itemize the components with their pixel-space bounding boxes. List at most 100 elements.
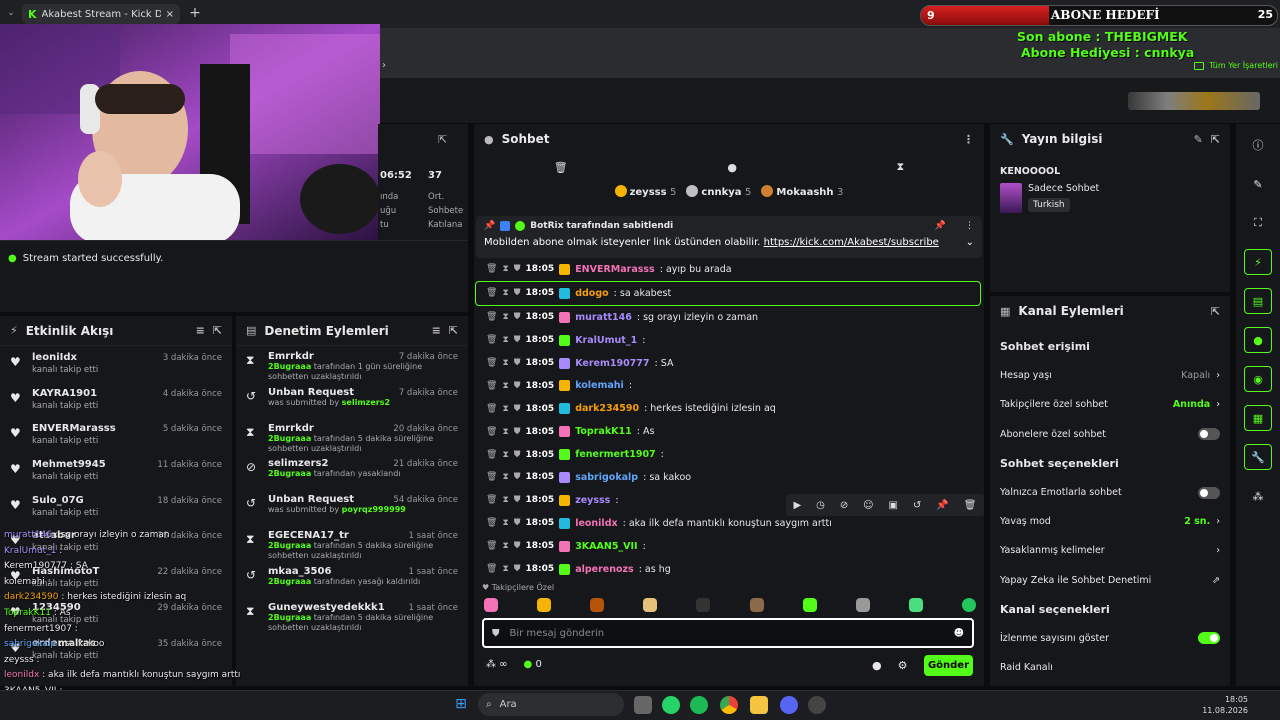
popout-icon[interactable]: ⇱ <box>1211 133 1220 146</box>
message-username[interactable]: sabrigokalp <box>575 472 638 483</box>
chat-message[interactable]: 🗑 ⧗ ⛊ 18:05 ddogo: sa akabest <box>475 280 981 306</box>
trash-icon[interactable]: 🗑 <box>486 495 497 505</box>
send-button[interactable]: Gönder <box>924 655 973 676</box>
hourglass-icon[interactable]: ⧗ <box>502 518 508 528</box>
browser-tab[interactable]: K Akabest Stream - Kick Dashboard × <box>22 4 180 24</box>
moderation-item[interactable]: ⧗ EGECENA17_tr 2Bugraaa tarafından 5 dakik… <box>236 525 468 561</box>
broadcast-icon[interactable]: ◉ <box>1244 366 1272 392</box>
collapse-chevron-icon[interactable]: ⌄ <box>966 237 974 248</box>
unpin-icon[interactable]: 📌 <box>935 221 946 231</box>
emote[interactable] <box>749 598 764 612</box>
emote[interactable] <box>802 598 817 612</box>
moderator-name[interactable]: 2Bugraaa <box>268 434 311 443</box>
channel-action-row[interactable]: Takipçilere özel sohbet Anında › <box>990 390 1230 419</box>
hourglass-icon[interactable]: ⧗ <box>502 312 508 322</box>
filter-icon[interactable]: ≡ <box>196 324 205 337</box>
play-icon[interactable]: ▶ <box>793 500 801 511</box>
moderation-item[interactable]: ⧗ Guneywestyedekkk1 2Bugraaa tarafından 5 … <box>236 597 468 633</box>
document-icon[interactable]: ▤ <box>1244 288 1272 314</box>
clock-icon[interactable]: ◷ <box>816 500 825 511</box>
taskbar-search[interactable]: ⌕ Ara <box>478 693 624 716</box>
apps-icon[interactable]: ⁂ <box>1244 483 1272 509</box>
category-name[interactable]: Sadece Sohbet <box>1028 183 1099 194</box>
emote[interactable] <box>696 598 711 612</box>
chat-message[interactable]: 🗑 ⧗ ⛊ 18:05 kolemahi: <box>476 374 980 397</box>
chat-message[interactable]: 🗑 ⧗ ⛊ 18:05 fenermert1907: <box>476 443 980 466</box>
moderator-name[interactable]: 2Bugraaa <box>268 613 311 622</box>
activity-item[interactable]: ♥ Mehmet9945 kanalı takip etti 11 dakika ön… <box>0 453 232 489</box>
expand-icon[interactable]: ⇱ <box>438 134 447 145</box>
chrome-icon[interactable] <box>720 696 738 714</box>
slash-icon[interactable]: ⊘ <box>840 500 848 511</box>
emote[interactable] <box>908 598 923 612</box>
file-explorer-icon[interactable] <box>750 696 768 714</box>
chat-input-box[interactable]: ⛊ Bir mesaj gönderin ☻ <box>482 618 974 648</box>
undo-icon[interactable]: ↺ <box>913 500 921 511</box>
gear-icon[interactable]: ⚙ <box>898 659 908 672</box>
emote[interactable] <box>590 598 605 612</box>
channel-action-row[interactable]: Abonelere özel sohbet <box>990 420 1230 449</box>
message-username[interactable]: ToprakK11 <box>575 426 632 437</box>
message-username[interactable]: muratt146 <box>575 312 632 323</box>
wrench-icon[interactable]: 🔧 <box>1244 444 1272 470</box>
trash-icon[interactable]: 🗑 <box>486 381 497 391</box>
points-display[interactable]: ● 0 <box>524 659 542 670</box>
message-username[interactable]: KralUmut_1 <box>575 335 637 346</box>
hourglass-icon[interactable]: ⧗ <box>502 404 508 414</box>
chevron-right-icon[interactable]: › <box>1216 370 1220 381</box>
activity-item[interactable]: ♥ Sulo_07G kanalı takip etti 18 dakika önce <box>0 489 232 525</box>
emote[interactable] <box>855 598 870 612</box>
activity-item[interactable]: ♥ leoniIdx kanalı takip etti 3 dakika önce <box>0 346 232 382</box>
message-username[interactable]: leonildx <box>575 518 617 529</box>
message-username[interactable]: fenermert1907 <box>575 449 655 460</box>
trash-icon[interactable]: 🗑 <box>486 264 497 274</box>
more-options-icon[interactable]: ⋮ <box>965 221 974 231</box>
moderation-item[interactable]: ⊘ selimzers2 2Bugraaa tarafından yasakland… <box>236 453 468 489</box>
chat-message[interactable]: 🗑 ⧗ ⛊ 18:05 dark234590: herkes istediğini iz… <box>476 397 980 420</box>
whatsapp-icon[interactable] <box>662 696 680 714</box>
hourglass-icon[interactable]: ⧗ <box>502 450 508 460</box>
trash-icon[interactable]: 🗑 <box>486 427 497 437</box>
message-username[interactable]: dark234590 <box>575 403 639 414</box>
emote[interactable] <box>643 598 658 612</box>
emoji-icon[interactable]: ☺ <box>863 500 873 511</box>
channel-action-row[interactable]: Yalnızca Emotlarla sohbet <box>990 478 1230 507</box>
channel-action-row[interactable]: Hesap yaşı Kapalı › <box>990 361 1230 390</box>
trash-icon[interactable]: 🗑 <box>486 335 497 345</box>
hourglass-icon[interactable]: ⧗ <box>502 472 508 482</box>
moderator-name[interactable]: 2Bugraaa <box>268 362 311 371</box>
requester-name[interactable]: poyrqz999999 <box>342 505 406 514</box>
chat-bubble-icon[interactable]: ● <box>727 161 737 174</box>
pin-icon[interactable]: 📌 <box>936 500 948 511</box>
app-icon[interactable] <box>808 696 826 714</box>
top-chatter[interactable]: cnnkya 5 <box>686 184 751 198</box>
discord-icon[interactable] <box>780 696 798 714</box>
chat-message[interactable]: 🗑 ⧗ ⛊ 18:05 ENVERMarasss: ayıp bu arada <box>476 258 980 281</box>
hourglass-icon[interactable]: ⧗ <box>502 358 508 368</box>
message-username[interactable]: ddogo <box>575 288 608 299</box>
popout-icon[interactable]: ⇱ <box>213 324 222 337</box>
chevron-right-icon[interactable]: › <box>1216 516 1220 527</box>
moderation-item[interactable]: ↺ Unban Request was submitted by poyrqz999… <box>236 489 468 525</box>
all-bookmarks-link[interactable]: Tüm Yer İşaretleri <box>1209 61 1278 70</box>
emoji-icon[interactable]: ☻ <box>954 628 964 639</box>
trash-icon[interactable]: 🗑 <box>964 500 977 511</box>
message-username[interactable]: alperenozs <box>575 564 634 575</box>
chevron-right-icon[interactable]: › <box>1216 545 1220 556</box>
server-icon[interactable]: ▦ <box>1244 405 1272 431</box>
moderation-item[interactable]: ↺ Unban Request was submitted by selimzers… <box>236 382 468 418</box>
task-view-icon[interactable] <box>634 696 652 714</box>
chat-message[interactable]: 🗑 ⧗ ⛊ 18:05 alperenozs: as hg <box>476 558 980 581</box>
trash-icon[interactable]: 🗑 <box>486 472 497 482</box>
tab-list-chevron-icon[interactable]: ⌄ <box>4 6 18 20</box>
hourglass-icon[interactable]: ⧗ <box>502 381 508 391</box>
channel-action-row[interactable]: Raid Kanalı <box>990 653 1230 682</box>
message-username[interactable]: zeysss <box>575 495 610 506</box>
language-tag[interactable]: Turkish <box>1028 198 1070 212</box>
message-username[interactable]: ENVERMarasss <box>575 264 655 275</box>
pinned-link[interactable]: https://kick.com/Akabest/subscribe <box>764 237 939 248</box>
trash-icon[interactable]: 🗑 <box>486 564 497 574</box>
emote[interactable] <box>961 598 976 612</box>
toggle-switch[interactable] <box>1198 428 1220 441</box>
filter-icon[interactable]: ≡ <box>432 324 441 337</box>
